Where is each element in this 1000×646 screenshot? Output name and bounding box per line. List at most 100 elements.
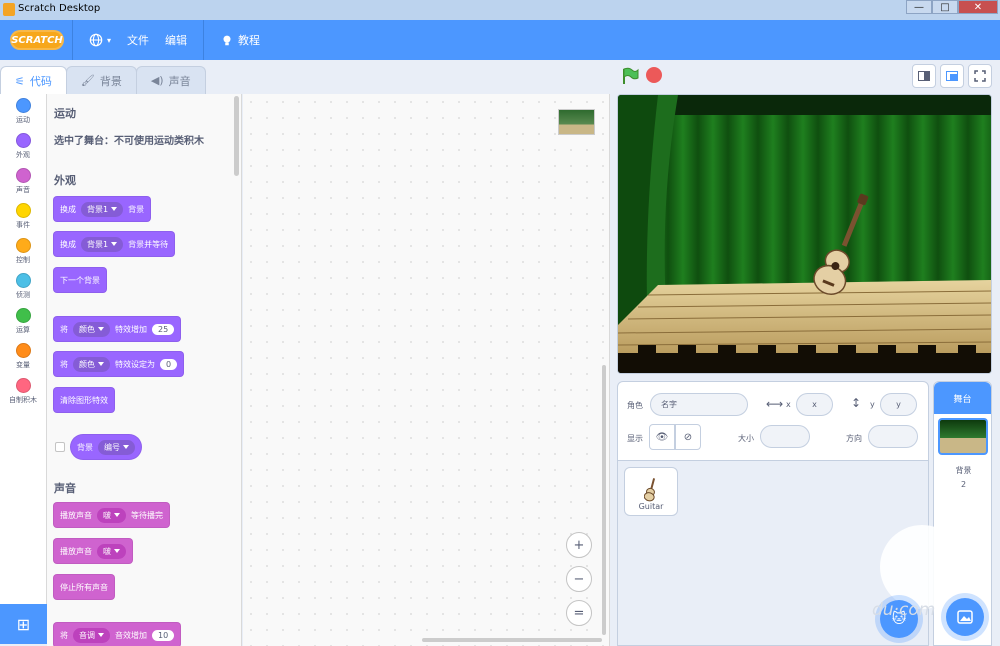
tutorials-label: 教程 (238, 34, 261, 47)
sound-effect-dropdown[interactable]: 音调 (73, 627, 110, 643)
palette-scrollbar[interactable] (234, 96, 239, 176)
category-dot-icon (15, 378, 31, 393)
sprite-name-input[interactable]: 名字 (650, 393, 748, 416)
backdrops-label: 背景 (955, 466, 972, 475)
file-menu[interactable]: 文件 (119, 20, 157, 60)
set-effect-block[interactable]: 将 颜色 特效设定为 0 (53, 351, 185, 377)
category-motion[interactable]: 运动 (0, 94, 46, 129)
number-name-dropdown[interactable]: 编号 (98, 439, 135, 455)
block-palette: 运动 选中了舞台：不可使用运动类积木 外观 换成 背景1 背景 换成 背景1 背… (47, 94, 242, 646)
category-events[interactable]: 事件 (0, 199, 46, 234)
choose-backdrop-button[interactable] (946, 598, 984, 636)
stage-selector-header: 舞台 (934, 382, 991, 414)
effect-dropdown[interactable]: 颜色 (73, 321, 110, 337)
code-icon: ⚟ (15, 74, 25, 88)
next-backdrop-block[interactable]: 下一个背景 (53, 267, 107, 293)
dropdown-value: 背景1 (87, 204, 109, 214)
stop-button[interactable] (646, 67, 662, 83)
backdrop-number-checkbox[interactable] (55, 442, 65, 452)
hide-sprite-button[interactable]: ⊘ (675, 424, 701, 450)
category-sensing[interactable]: 侦测 (0, 269, 46, 304)
category-label: 运算 (16, 326, 30, 334)
clear-effects-block[interactable]: 清除图形特效 (53, 387, 115, 413)
sound-dropdown[interactable]: 啵 (97, 543, 126, 559)
scratch-logo[interactable]: SCRATCH (10, 30, 64, 50)
minimize-button[interactable]: — (906, 0, 932, 14)
switch-backdrop-wait-block[interactable]: 换成 背景1 背景并等待 (53, 231, 176, 257)
chevron-down-icon (98, 362, 104, 366)
backdrop-number-reporter[interactable]: 背景 编号 (70, 434, 142, 460)
chevron-down-icon: ▾ (107, 35, 112, 45)
block-text: 将 (60, 630, 68, 640)
zoom-reset-button[interactable]: = (566, 600, 592, 626)
direction-input[interactable] (868, 425, 918, 448)
zoom-out-button[interactable]: − (566, 566, 592, 592)
category-label: 控制 (16, 256, 30, 264)
change-pitch-block[interactable]: 将 音调 音效增加 10 (53, 622, 182, 646)
category-variables[interactable]: 变量 (0, 339, 46, 374)
backdrop-dropdown[interactable]: 背景1 (81, 201, 124, 217)
category-operators[interactable]: 运算 (0, 304, 46, 339)
sprite-tile-guitar[interactable]: Guitar (624, 467, 678, 516)
block-text: 音效增加 (115, 630, 147, 640)
extension-icon: ⊞ (16, 614, 31, 634)
stage-canvas[interactable] (617, 94, 992, 374)
number-input[interactable]: 25 (152, 323, 175, 335)
change-effect-block[interactable]: 将 颜色 特效增加 25 (53, 316, 182, 342)
tab-backdrops-label: 背景 (99, 74, 122, 88)
category-dot-icon (15, 98, 31, 113)
zoom-reset-icon: = (573, 605, 585, 621)
green-flag-icon[interactable] (621, 67, 639, 85)
fullscreen-button[interactable] (968, 64, 992, 88)
small-stage-button[interactable] (912, 64, 936, 88)
large-stage-button[interactable] (940, 64, 964, 88)
number-input[interactable]: 0 (160, 358, 178, 370)
start-sound-block[interactable]: 播放声音 啵 (53, 538, 133, 564)
category-label: 事件 (16, 221, 30, 229)
workspace-horizontal-scrollbar[interactable] (422, 638, 602, 642)
chevron-down-icon (111, 242, 118, 246)
tab-sounds-label: 声音 (168, 74, 191, 88)
code-workspace[interactable] (243, 94, 610, 646)
language-menu[interactable]: ▾ (81, 20, 119, 60)
category-label: 外观 (16, 151, 30, 159)
block-text: 停止所有声音 (60, 582, 108, 592)
tab-code[interactable]: ⚟ 代码 (0, 66, 67, 95)
tutorials-menu[interactable]: 教程 (212, 20, 268, 60)
add-extension-button[interactable]: ⊞ (0, 604, 47, 644)
category-dot-icon (15, 168, 31, 183)
show-sprite-button[interactable]: 👁 (649, 424, 675, 450)
stage-scene (618, 95, 991, 373)
y-input[interactable]: y (880, 393, 917, 416)
tab-sounds[interactable]: ◀) 声音 (135, 66, 206, 94)
watermark-overlay (880, 525, 964, 609)
category-my-blocks[interactable]: 自制积木 (0, 374, 46, 409)
tab-backdrops[interactable]: 🖌 背景 (65, 66, 137, 94)
eye-off-icon: ⊘ (683, 431, 693, 443)
workspace-vertical-scrollbar[interactable] (602, 365, 606, 635)
play-sound-until-done-block[interactable]: 播放声音 啵 等待播完 (53, 502, 170, 528)
dropdown-value: 颜色 (79, 324, 95, 334)
maximize-button[interactable]: □ (932, 0, 958, 14)
category-dot-icon (15, 203, 31, 218)
sound-dropdown[interactable]: 啵 (97, 507, 126, 523)
switch-backdrop-block[interactable]: 换成 背景1 背景 (53, 196, 152, 222)
tab-code-label: 代码 (29, 75, 52, 88)
category-control[interactable]: 控制 (0, 234, 46, 269)
block-text: 特效设定为 (115, 359, 155, 369)
close-button[interactable]: ✕ (958, 0, 998, 14)
block-text: 将 (60, 359, 68, 369)
menu-bar: SCRATCH ▾ 文件 编辑 教程 (0, 20, 1000, 60)
number-input[interactable]: 10 (152, 629, 175, 641)
stop-all-sounds-block[interactable]: 停止所有声音 (53, 574, 115, 600)
size-input[interactable] (760, 425, 810, 448)
category-sound[interactable]: 声音 (0, 164, 46, 199)
x-input[interactable]: x (796, 393, 833, 416)
watermark-text: du·com (872, 600, 936, 620)
effect-dropdown[interactable]: 颜色 (73, 356, 110, 372)
edit-menu[interactable]: 编辑 (157, 20, 195, 60)
backdrop-dropdown[interactable]: 背景1 (81, 236, 124, 252)
zoom-in-button[interactable]: + (566, 532, 592, 558)
category-looks[interactable]: 外观 (0, 129, 46, 164)
block-text: 播放声音 (60, 510, 92, 520)
